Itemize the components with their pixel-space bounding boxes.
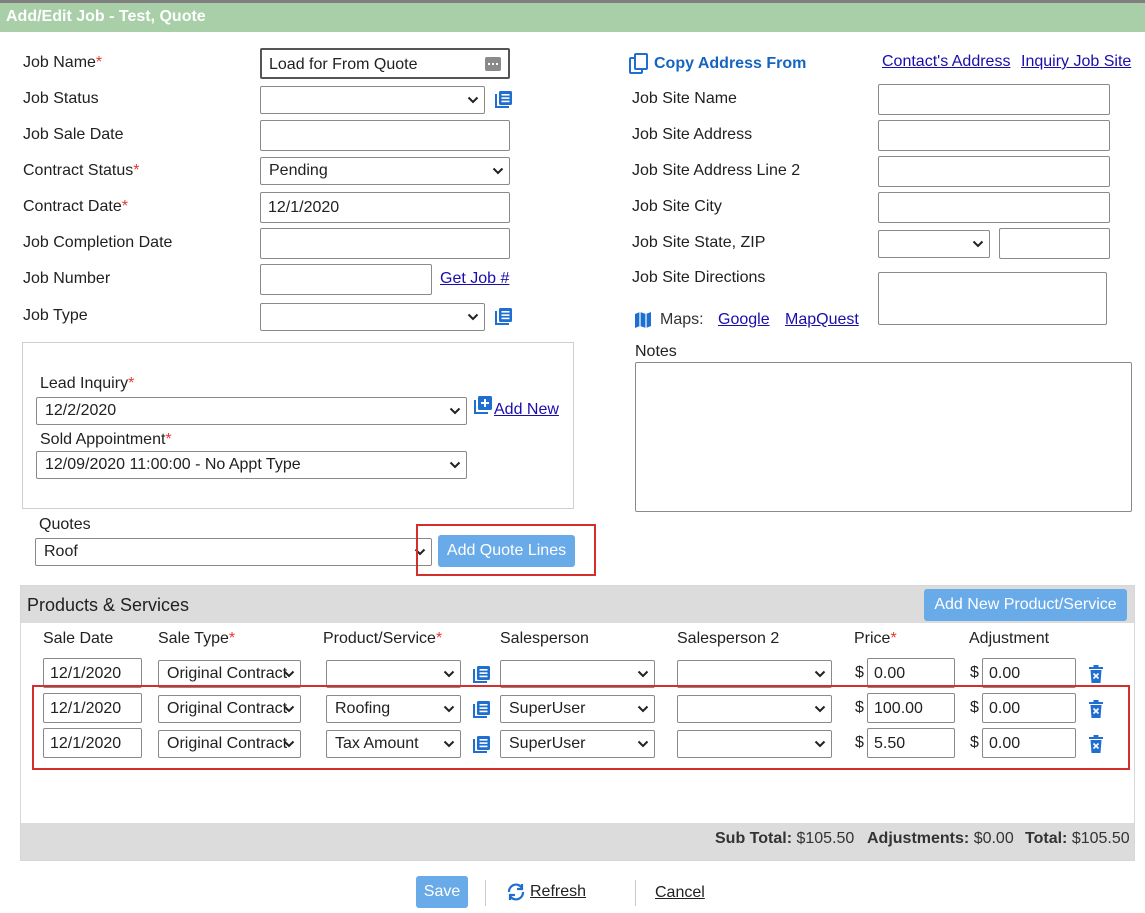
job-status-select[interactable] xyxy=(260,86,485,114)
job-site-address2-input[interactable] xyxy=(878,156,1110,187)
job-number-input[interactable] xyxy=(260,264,432,295)
lead-panel xyxy=(22,342,574,509)
copy-icon xyxy=(629,53,648,74)
get-job-number-link[interactable]: Get Job # xyxy=(440,270,509,288)
window-title: Add/Edit Job - Test, Quote xyxy=(6,8,206,25)
add-new-product-service-button[interactable]: Add New Product/Service xyxy=(924,589,1127,621)
job-type-select[interactable] xyxy=(260,303,485,331)
copy-address-from-label: Copy Address From xyxy=(654,55,807,72)
add-new-link[interactable]: Add New xyxy=(494,401,559,419)
job-site-state-zip-label: Job Site State, ZIP xyxy=(632,234,766,251)
job-site-address2-label: Job Site Address Line 2 xyxy=(632,162,801,179)
currency-symbol: $ xyxy=(855,664,864,681)
job-site-city-input[interactable] xyxy=(878,192,1110,223)
col-product-service: Product/Service* xyxy=(323,630,443,647)
contract-date-label: Contract Date* xyxy=(23,198,128,215)
list-icon[interactable] xyxy=(494,306,514,326)
col-adjustment: Adjustment xyxy=(969,630,1050,647)
col-salesperson-2: Salesperson 2 xyxy=(677,630,780,647)
notes-label: Notes xyxy=(635,343,677,360)
row-salesperson2-select[interactable] xyxy=(677,660,832,688)
job-completion-date-input[interactable] xyxy=(260,228,510,259)
lead-inquiry-label: Lead Inquiry* xyxy=(40,375,135,392)
job-name-label: Job Name* xyxy=(23,54,103,71)
contract-status-label: Contract Status* xyxy=(23,162,140,179)
maps-label: Maps: xyxy=(660,311,704,328)
row-sale-date-input[interactable]: 12/1/2020 xyxy=(43,658,142,688)
job-completion-date-label: Job Completion Date xyxy=(23,234,173,251)
job-status-label: Job Status xyxy=(23,90,99,107)
footer-divider xyxy=(485,880,486,906)
map-icon xyxy=(635,312,651,328)
job-sale-date-input[interactable] xyxy=(260,120,510,151)
list-icon[interactable] xyxy=(472,664,492,684)
sold-appointment-label: Sold Appointment* xyxy=(40,431,172,448)
row-price-input[interactable]: 0.00 xyxy=(867,658,955,688)
products-section-title: Products & Services xyxy=(27,595,190,615)
currency-symbol: $ xyxy=(970,664,979,681)
col-sale-date: Sale Date xyxy=(43,630,114,647)
row-salesperson-select[interactable] xyxy=(500,660,655,688)
add-quote-lines-button[interactable]: Add Quote Lines xyxy=(438,535,575,567)
list-icon[interactable] xyxy=(494,89,514,109)
notes-textarea[interactable] xyxy=(635,362,1132,512)
lead-inquiry-select[interactable]: 12/2/2020 xyxy=(36,397,467,425)
inquiry-job-site-link[interactable]: Inquiry Job Site xyxy=(1021,53,1131,71)
subtotal: Sub Total: $105.50 xyxy=(715,830,855,847)
highlight-outline xyxy=(32,685,1130,770)
refresh-link[interactable]: Refresh xyxy=(530,883,586,901)
job-site-directions-textarea[interactable] xyxy=(878,272,1107,325)
sold-appointment-select[interactable]: 12/09/2020 11:00:00 - No Appt Type xyxy=(36,451,467,479)
title-bar[interactable]: Add/Edit Job - Test, Quote xyxy=(0,0,1145,32)
job-type-label: Job Type xyxy=(23,307,88,324)
job-name-input[interactable]: Load for From Quote xyxy=(260,48,510,79)
job-sale-date-label: Job Sale Date xyxy=(23,126,124,143)
row-product-select[interactable] xyxy=(326,660,461,688)
quotes-label: Quotes xyxy=(39,516,91,533)
google-maps-link[interactable]: Google xyxy=(718,311,770,329)
more-icon[interactable] xyxy=(485,57,501,71)
job-site-name-label: Job Site Name xyxy=(632,90,737,107)
add-new-icon[interactable] xyxy=(473,395,493,415)
job-site-city-label: Job Site City xyxy=(632,198,722,215)
quotes-select[interactable]: Roof xyxy=(35,538,432,566)
contract-status-select[interactable]: Pending xyxy=(260,157,510,185)
refresh-icon[interactable] xyxy=(505,883,527,901)
adjustments-total: Adjustments: $0.00 xyxy=(867,830,1014,847)
job-site-address-label: Job Site Address xyxy=(632,126,753,143)
footer-divider xyxy=(635,880,636,906)
job-site-zip-input[interactable] xyxy=(999,228,1110,259)
contract-date-input[interactable]: 12/1/2020 xyxy=(260,192,510,223)
job-site-state-select[interactable] xyxy=(878,230,990,258)
cancel-link[interactable]: Cancel xyxy=(655,884,705,902)
row-sale-type-select[interactable]: Original Contract xyxy=(158,660,301,688)
col-sale-type: Sale Type* xyxy=(158,630,236,647)
col-price: Price* xyxy=(854,630,897,647)
job-site-directions-label: Job Site Directions xyxy=(632,269,766,286)
row-adjustment-input[interactable]: 0.00 xyxy=(982,658,1076,688)
grand-total: Total: $105.50 xyxy=(1025,830,1130,847)
job-site-name-input[interactable] xyxy=(878,84,1110,115)
job-number-label: Job Number xyxy=(23,270,111,287)
job-site-address-input[interactable] xyxy=(878,120,1110,151)
save-button[interactable]: Save xyxy=(416,876,468,908)
contacts-address-link[interactable]: Contact's Address xyxy=(882,53,1010,71)
delete-icon[interactable] xyxy=(1088,665,1104,683)
col-salesperson: Salesperson xyxy=(500,630,589,647)
mapquest-link[interactable]: MapQuest xyxy=(785,311,859,329)
